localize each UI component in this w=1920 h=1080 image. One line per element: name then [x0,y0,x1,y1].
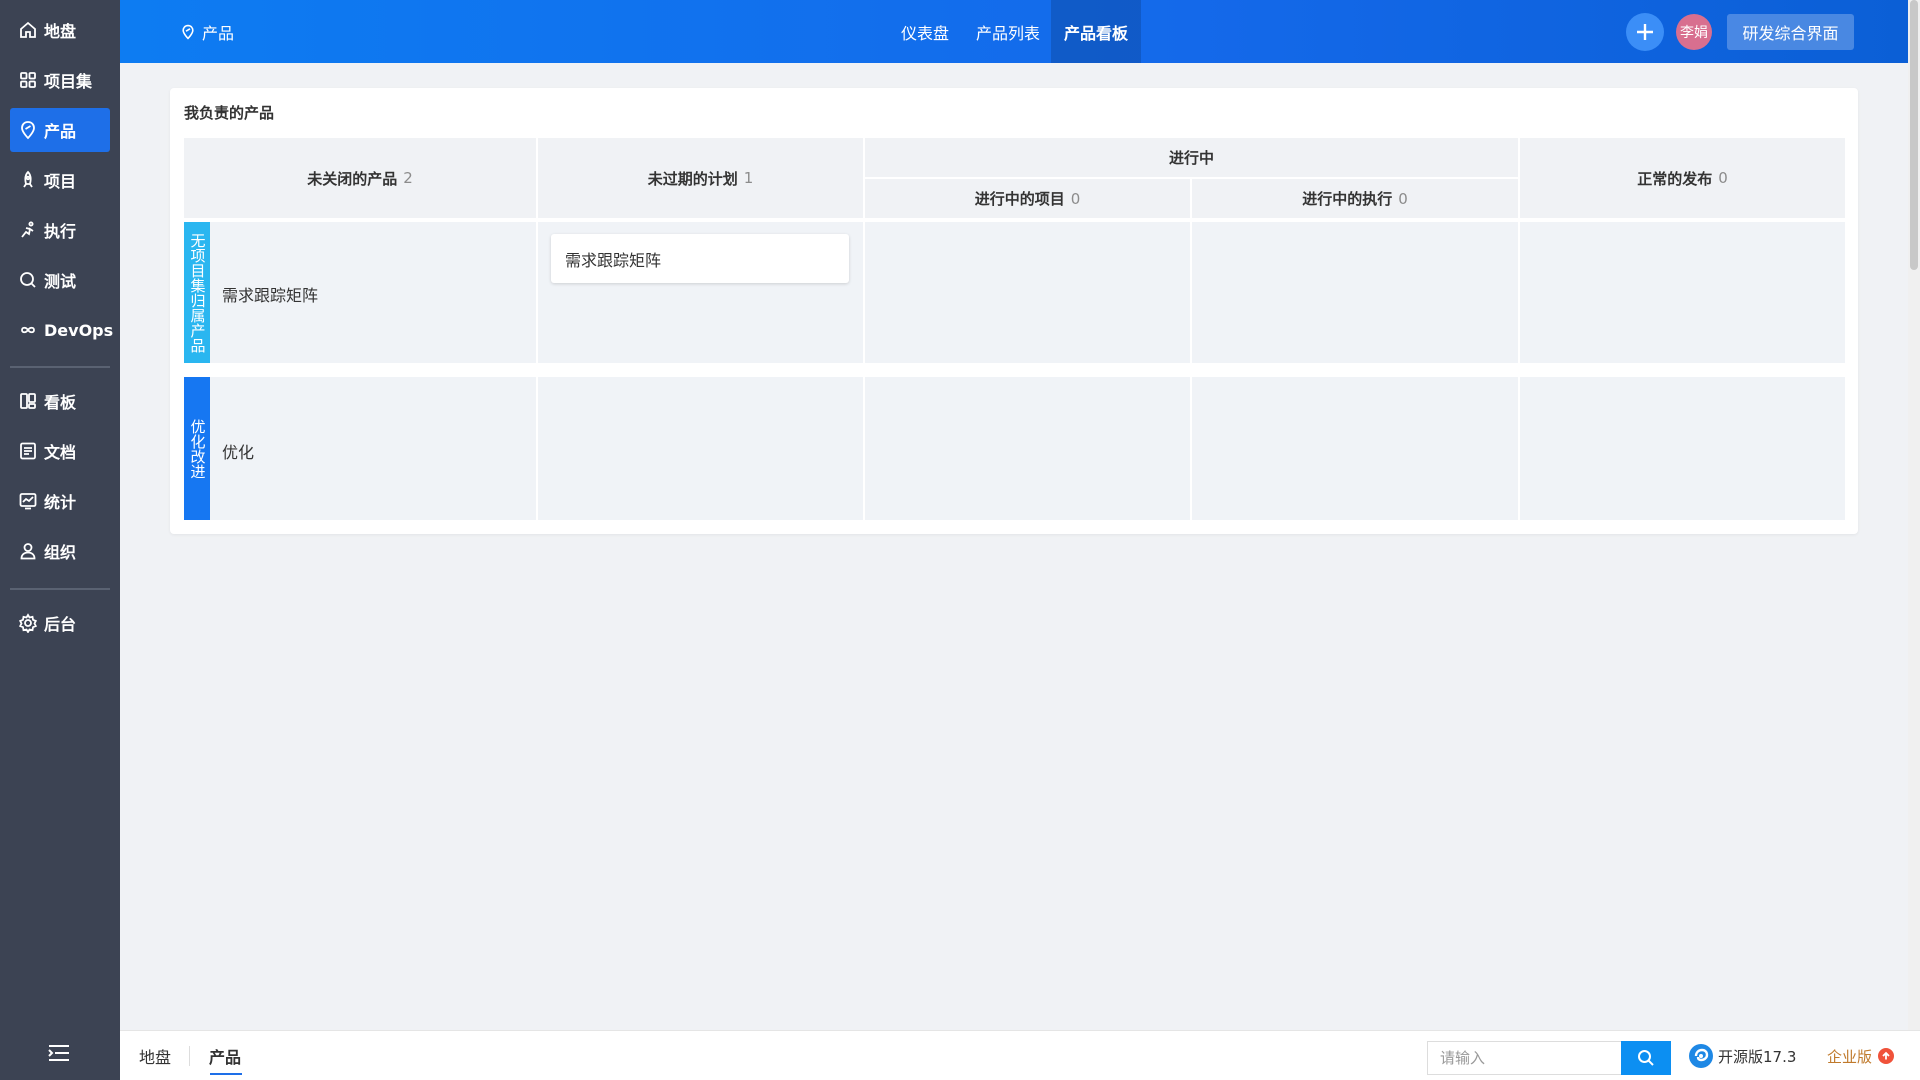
column-header-label: 正常的发布 [1637,169,1713,188]
sidebar-item-kanban[interactable]: 看板 [10,379,110,423]
breadcrumb-separator [189,1046,190,1066]
rocket-icon [23,170,33,188]
panel-title: 我负责的产品 [184,104,275,122]
column-header-label: 进行中 [1168,149,1214,167]
sidebar-item-devops[interactable]: DevOps [10,308,114,352]
sidebar-item-label: DevOps [44,320,114,340]
product-kanban-panel: 我负责的产品 未关闭的产品 2 未过期的计划 1 进行中 进行中的项目 0 进行中的执… [170,88,1858,534]
column-header-label: 进行中的执行 [1302,190,1393,208]
gear-icon [18,613,38,633]
zentao-logo-icon [1689,1044,1713,1068]
sidebar-item-test[interactable]: 测试 [10,258,110,302]
test-icon [20,272,36,288]
version-label: 开源版17.3 [1718,1047,1797,1066]
version-info: 开源版17.3 [1688,1031,1796,1080]
column-header-ongoing-projects: 进行中的项目 0 [865,179,1190,218]
plan-card[interactable]: 需求跟踪矩阵 [551,234,849,283]
chart-icon [19,493,37,510]
execution-cell [1192,222,1518,363]
execution-cell [1192,377,1518,520]
sidebar-item-label: 地盘 [44,22,77,41]
run-icon [21,221,34,238]
search-icon [1638,1050,1654,1066]
app-title[interactable]: 产品 [180,0,234,63]
sidebar-item-label: 产品 [44,122,77,141]
document-icon [20,442,36,460]
sidebar-item-label: 统计 [44,493,77,512]
tab-dashboard[interactable]: 仪表盘 [890,0,960,63]
product-link[interactable]: 优化 [222,439,254,463]
sidebar-item-doc[interactable]: 文档 [10,429,110,473]
create-button[interactable] [1626,13,1664,51]
sidebar-item-label: 测试 [44,272,77,291]
column-header-label: 未过期的计划 [647,169,738,188]
page-scrollbar[interactable] [1908,0,1920,1030]
top-navbar: 产品 仪表盘 产品列表 产品看板 李娟 研发综合界面 [120,0,1908,63]
sidebar-item-label: 看板 [44,393,77,412]
tab-product-kanban[interactable]: 产品看板 [1051,0,1141,63]
infinity-icon [21,326,35,334]
column-header-label: 未关闭的产品 [307,169,398,188]
sidebar-item-execution[interactable]: 执行 [10,208,110,252]
release-cell [1520,222,1845,363]
sidebar-item-program[interactable]: 项目集 [10,58,110,102]
product-link[interactable]: 需求跟踪矩阵 [222,282,318,306]
column-header-count: 2 [403,169,413,187]
user-icon [20,543,36,560]
scrollbar-thumb[interactable] [1910,0,1918,270]
product-line-label: 无项目集归属产品 [184,222,210,363]
product-line-label: 优化改进 [184,377,210,520]
column-header-ongoing-executions: 进行中的执行 0 [1192,179,1518,218]
kanban-icon [20,393,36,409]
sidebar-item-label: 项目 [44,172,77,191]
sidebar-item-label: 文档 [44,443,77,462]
sidebar-item-org[interactable]: 组织 [10,529,110,573]
product-icon [182,24,194,40]
column-header-count: 0 [1718,169,1728,187]
sidebar-item-admin[interactable]: 后台 [10,601,110,645]
interface-switch-button[interactable]: 研发综合界面 [1727,14,1854,50]
footer-bar: 地盘 产品 开源版17.3 企业版 [120,1030,1920,1080]
sidebar-item-dashboard[interactable]: 地盘 [10,8,110,52]
search-button[interactable] [1621,1041,1671,1075]
column-header-count: 1 [743,169,754,187]
sidebar-item-label: 组织 [44,543,77,562]
sidebar-item-stats[interactable]: 统计 [10,479,110,523]
project-cell [865,222,1190,363]
product-cell [210,377,536,520]
project-cell [865,377,1190,520]
upgrade-arrow-icon [1878,1048,1895,1064]
home-icon [20,21,36,38]
grid-icon [20,72,36,88]
app-title-label: 产品 [202,23,235,43]
plus-icon [1637,24,1653,40]
sidebar-item-product[interactable]: 产品 [10,108,110,152]
enterprise-label: 企业版 [1827,1047,1873,1066]
column-header-normal-releases: 正常的发布 0 [1520,138,1845,218]
sidebar-item-label: 项目集 [44,72,93,91]
sidebar-divider [10,588,110,590]
release-cell [1520,377,1845,520]
tab-product-list[interactable]: 产品列表 [965,0,1051,63]
sidebar-item-label: 执行 [44,222,77,241]
column-header-unexpired-plans: 未过期的计划 1 [538,138,863,218]
product-icon [21,121,35,140]
search-input[interactable] [1427,1041,1621,1075]
enterprise-upgrade-link[interactable]: 企业版 [1827,1031,1895,1080]
column-header-unclosed-products: 未关闭的产品 2 [184,138,536,218]
menu-collapse-icon[interactable] [47,1043,71,1063]
breadcrumb-active-underline [210,1073,242,1075]
sidebar-item-project[interactable]: 项目 [10,158,110,202]
breadcrumb-dashboard[interactable]: 地盘 [139,1031,171,1080]
column-header-label: 进行中的项目 [974,190,1065,208]
column-header-in-progress: 进行中 [865,138,1518,177]
sidebar: 地盘 项目集 产品 项目 执行 测试 DevOps 看板 文档 统计 组织 后台 [0,0,120,1080]
column-header-count: 0 [1070,189,1081,208]
column-header-count: 0 [1398,189,1408,208]
avatar[interactable]: 李娟 [1676,14,1712,50]
plan-cell [538,377,863,520]
sidebar-item-label: 后台 [44,615,77,634]
sidebar-divider [10,366,110,368]
